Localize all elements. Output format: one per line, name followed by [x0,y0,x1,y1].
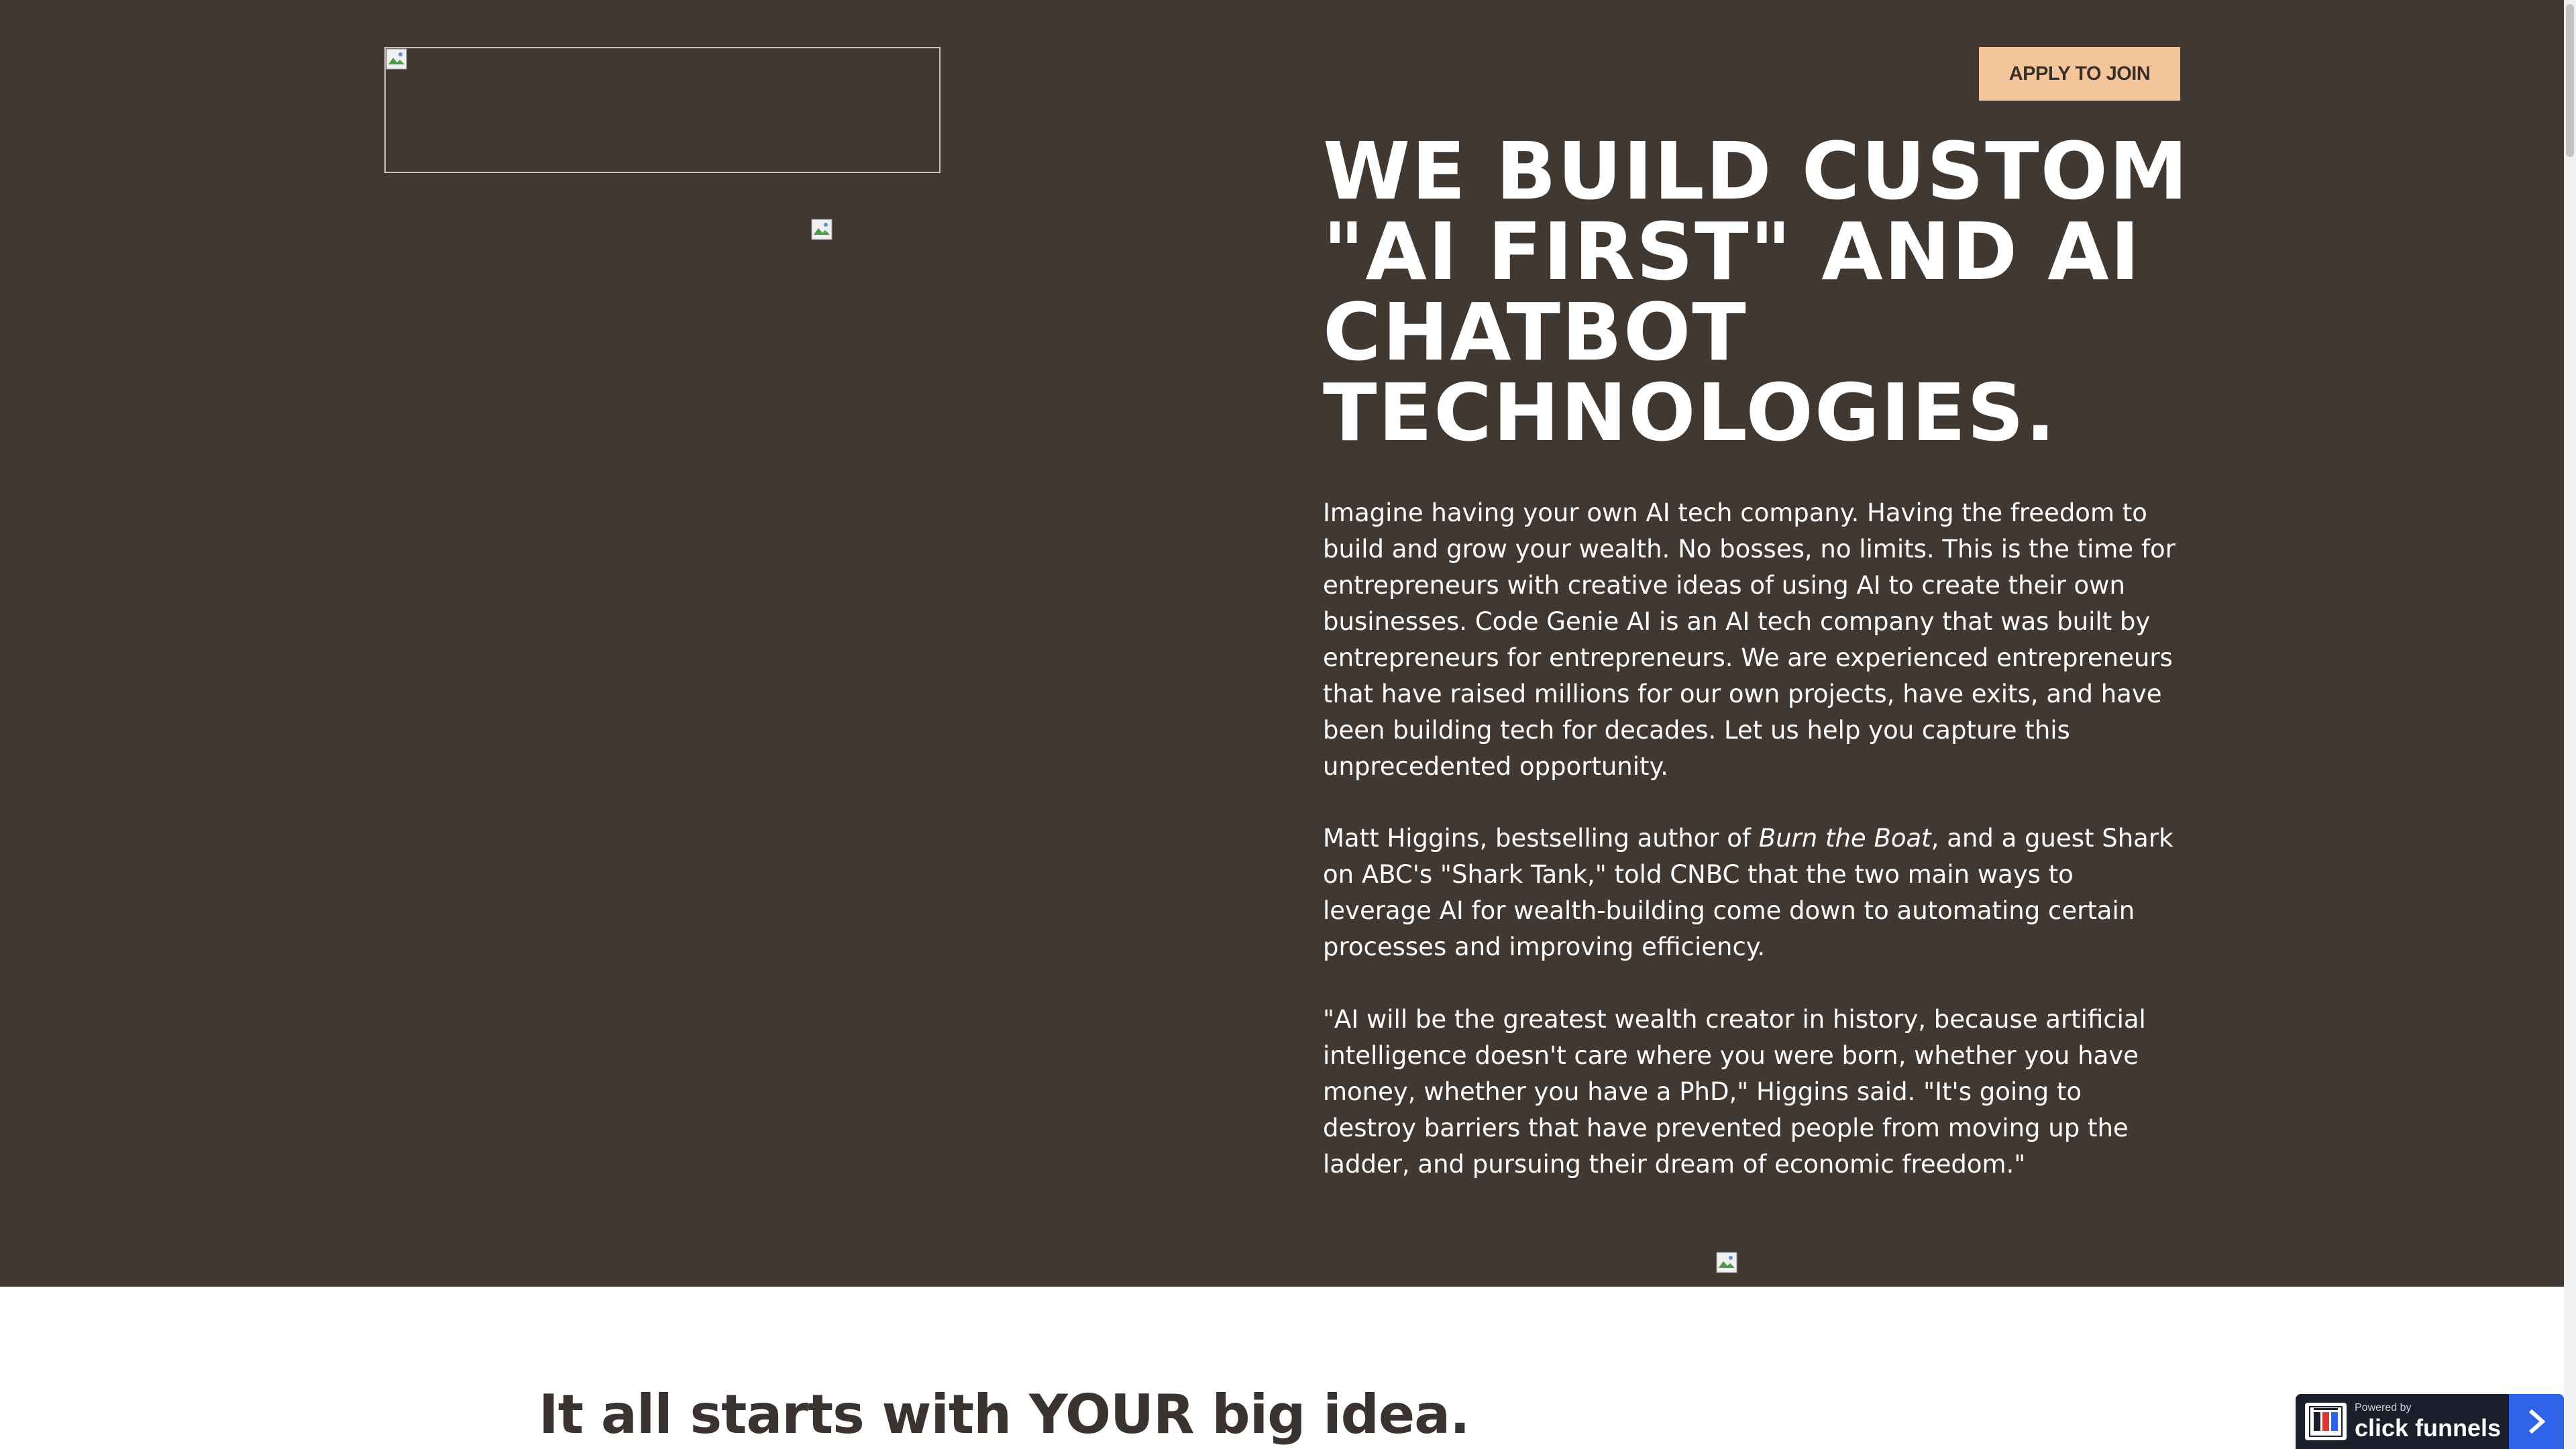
scrollbar-thumb[interactable] [2566,4,2574,157]
section-title: It all starts with YOUR big idea. [539,1383,1470,1446]
hero-headline: WE BUILD CUSTOM "AI FIRST" AND AI CHATBO… [1323,125,2190,459]
powered-by-label: Powered by [2355,1402,2412,1413]
apply-to-join-button[interactable]: APPLY TO JOIN [1979,47,2180,101]
book-title: Burn the Boat [1758,824,1931,853]
hero-paragraph-intro: Imagine having your own AI tech company.… [1323,498,2176,781]
broken-image-icon [386,48,407,70]
hero-paragraph-quote: "AI will be the greatest wealth creator … [1323,1005,2146,1179]
scrollbar[interactable] [2564,0,2576,1449]
badge-expand-button[interactable] [2509,1394,2564,1449]
clickfunnels-brand-label: click funnels [2355,1414,2502,1442]
logo-image-frame [384,47,941,173]
clickfunnels-logo-icon [2305,1403,2347,1440]
broken-image-icon [1716,1252,1737,1273]
broken-image-icon [811,219,833,240]
hero-paragraph-quote-intro: Matt Higgins, bestselling author of Burn… [1323,820,2182,965]
hero-section: APPLY TO JOIN WE BUILD CUSTOM "AI FIRST"… [0,0,2564,1287]
paragraph-text: Matt Higgins, bestselling author of [1323,824,1759,853]
clickfunnels-badge[interactable]: Powered by click funnels [2296,1394,2564,1449]
chevron-right-icon [2529,1409,2546,1434]
clickfunnels-text: Powered by click funnels [2355,1403,2501,1440]
